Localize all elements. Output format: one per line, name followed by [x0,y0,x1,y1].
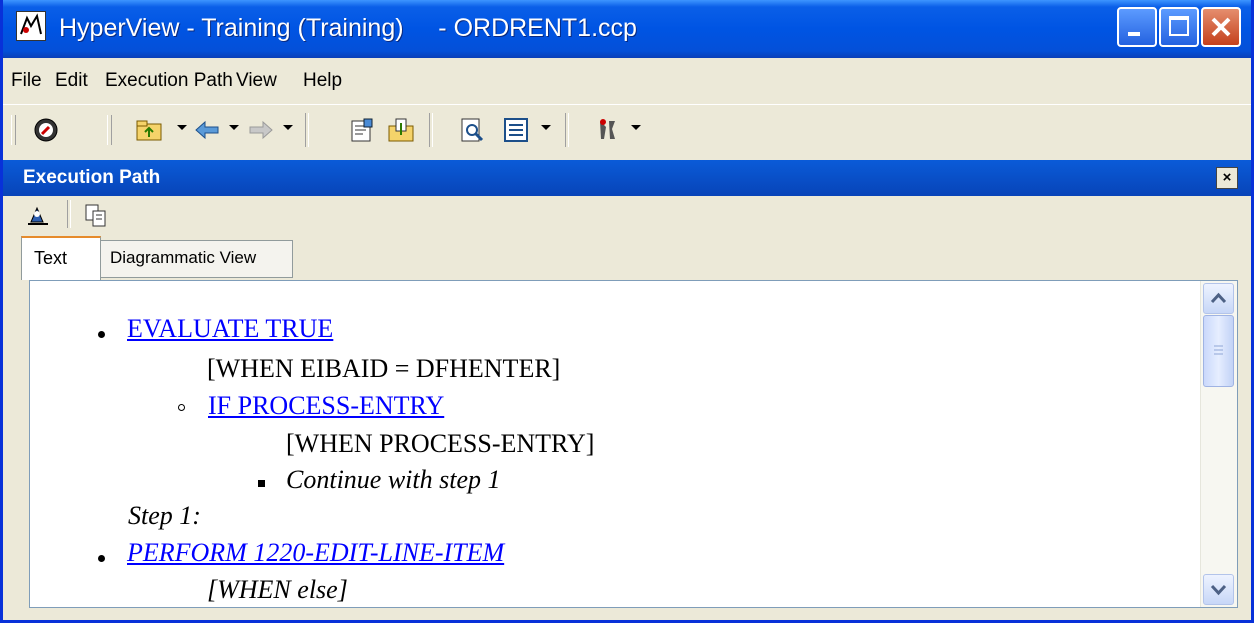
bullet-circle [178,404,185,411]
tools-icon[interactable] [595,117,621,143]
navigator-icon[interactable] [33,117,59,143]
bullet-square [258,480,265,487]
copy-icon[interactable] [83,202,109,228]
maximize-button[interactable] [1159,7,1199,47]
if-process-entry-link[interactable]: IF PROCESS-ENTRY [208,391,444,420]
panel-close-button[interactable]: × [1216,167,1238,189]
properties-icon[interactable] [349,117,375,143]
menu-execution-path[interactable]: Execution Path [105,70,233,92]
list-item[interactable]: PERFORM 1220-EDIT-LINE-ITEM [127,538,504,568]
scroll-up-button[interactable] [1203,283,1234,314]
bullet-disc [98,555,105,562]
forward-arrow-icon[interactable] [247,117,273,143]
menu-view[interactable]: View [236,70,277,92]
app-icon [16,11,46,41]
scroll-thumb[interactable] [1203,315,1234,387]
chevron-down-icon [1210,584,1227,596]
find-icon[interactable] [25,202,51,228]
tab-strip: Text Diagrammatic View [3,236,1251,280]
maximize-icon [1169,16,1189,36]
open-folder-icon[interactable] [135,117,162,143]
evaluate-true-link[interactable]: EVALUATE TRUE [127,314,333,343]
condition-text: [WHEN PROCESS-ENTRY] [286,429,595,458]
toolbar-separator-2 [429,113,433,147]
minimize-icon [1128,32,1140,36]
tab-diagrammatic-view[interactable]: Diagrammatic View [101,240,293,278]
execution-path-panel-header: Execution Path × [3,160,1251,196]
condition-text: [WHEN EIBAID = DFHENTER] [207,354,561,383]
list-view-dropdown[interactable] [541,125,551,130]
back-arrow-icon[interactable] [193,117,219,143]
preview-icon[interactable] [459,117,485,143]
toolbar-grip[interactable] [11,115,16,145]
execution-path-text-view[interactable]: EVALUATE TRUE [WHEN EIBAID = DFHENTER] I… [29,280,1238,608]
perform-1220-link[interactable]: PERFORM 1220-EDIT-LINE-ITEM [127,538,504,567]
continue-step-text: Continue with step 1 [286,465,501,494]
main-toolbar [3,104,1251,153]
list-item[interactable]: EVALUATE TRUE [127,314,333,344]
condition-text: [WHEN else] [207,575,348,604]
back-dropdown[interactable] [229,125,239,130]
vertical-scrollbar[interactable] [1200,281,1237,607]
toolbar-separator-3 [565,113,569,147]
panel-title: Execution Path [23,167,161,188]
menu-file[interactable]: File [11,70,42,92]
scroll-down-button[interactable] [1203,574,1234,605]
bullet-disc [98,331,105,338]
menu-edit[interactable]: Edit [55,70,88,92]
export-icon[interactable] [387,117,414,143]
menu-help[interactable]: Help [303,70,342,92]
chevron-up-icon [1210,292,1227,304]
menu-bar: File Edit Execution Path View Help [3,58,1251,102]
step-label: Step 1: [128,501,201,530]
window-title: HyperView - Training (Training) - ORDREN… [59,14,637,42]
list-item[interactable]: IF PROCESS-ENTRY [208,391,444,421]
close-button[interactable] [1201,7,1241,47]
panel-toolbar [3,196,1251,234]
tab-text[interactable]: Text [21,236,101,280]
forward-dropdown[interactable] [283,125,293,130]
toolbar-grip-2[interactable] [107,115,112,145]
close-icon [1211,17,1231,37]
minimize-button[interactable] [1117,7,1157,47]
open-folder-dropdown[interactable] [177,125,187,130]
list-view-icon[interactable] [503,117,529,143]
toolbar-separator [305,113,309,147]
title-bar[interactable]: HyperView - Training (Training) - ORDREN… [3,0,1251,58]
app-window: HyperView - Training (Training) - ORDREN… [0,0,1254,623]
tools-dropdown[interactable] [631,125,641,130]
panel-toolbar-separator [67,200,71,228]
